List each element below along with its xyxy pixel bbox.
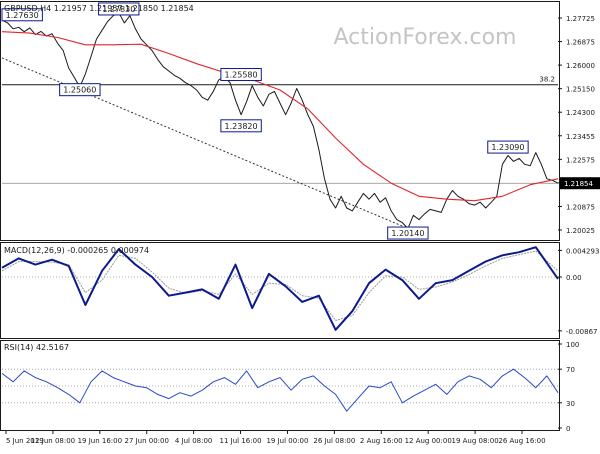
price-annotation-label-2: 1.25060 [63,86,96,95]
x-tick-label: 2 Aug 16:00 [360,437,403,445]
x-tick-label: 12 Jun 08:00 [31,437,75,445]
price-y-tick-label: 1.26000 [566,62,595,70]
price-y-tick-label: 1.24300 [566,109,595,117]
x-tick-label: 26 Aug 16:00 [498,437,545,445]
macd-y-tick-label: -0.00867 [566,328,597,336]
rsi-y-tick-label: 100 [566,341,579,349]
x-tick-label: 19 Aug 08:00 [451,437,498,445]
price-panel-title: GBPUSD,H4 1.21957 1.21957 1.21850 1.2185… [4,4,194,13]
macd-y-tick-label: 0.00 [566,274,582,282]
price-annotation-label-6: 1.23090 [491,143,524,152]
price-annotation-label-3: 1.25580 [225,71,258,80]
rsi-y-tick-label: 70 [566,366,575,374]
macd-panel-title: MACD(12,26,9) -0.000265 0.000974 [4,246,149,255]
rsi-y-tick-label: 30 [566,400,575,408]
x-tick-label: 27 Jun 00:00 [124,437,168,445]
rsi-panel-title: RSI(14) 42.5167 [4,343,69,352]
x-tick-label: 12 Aug 00:00 [405,437,452,445]
price-annotation-label-5: 1.20140 [391,229,424,238]
x-tick-label: 4 Jul 08:00 [175,437,213,445]
chart-svg: ActionForex.com 38.2 1.276301.278301.250… [0,0,600,450]
price-y-tick-label: 1.26875 [566,39,595,47]
current-price-label: 1.21854 [564,180,593,188]
fib-level-label: 38.2 [539,76,555,84]
macd-y-tick-label: 0.004293 [566,247,599,255]
price-y-tick-label: 1.20875 [566,203,595,211]
chart-background [0,0,600,450]
chart-root: ActionForex.com 38.2 1.27630 1.27830 1.250… [0,0,600,450]
price-y-tick-label: 1.22575 [566,156,595,164]
price-y-tick-label: 1.25150 [566,86,595,94]
x-tick-label: 26 Jul 08:00 [313,437,355,445]
x-tick-label: 19 Jul 00:00 [266,437,308,445]
rsi-y-tick-label: 0 [566,425,570,433]
price-y-tick-label: 1.27725 [566,15,595,23]
price-annotation-label-4: 1.23820 [225,122,258,131]
watermark-text: ActionForex.com [334,25,517,50]
price-y-tick-label: 1.23455 [566,133,595,141]
x-tick-label: 11 Jul 16:00 [220,437,262,445]
price-y-tick-label: 1.20025 [566,227,595,235]
x-tick-label: 19 Jun 16:00 [78,437,122,445]
